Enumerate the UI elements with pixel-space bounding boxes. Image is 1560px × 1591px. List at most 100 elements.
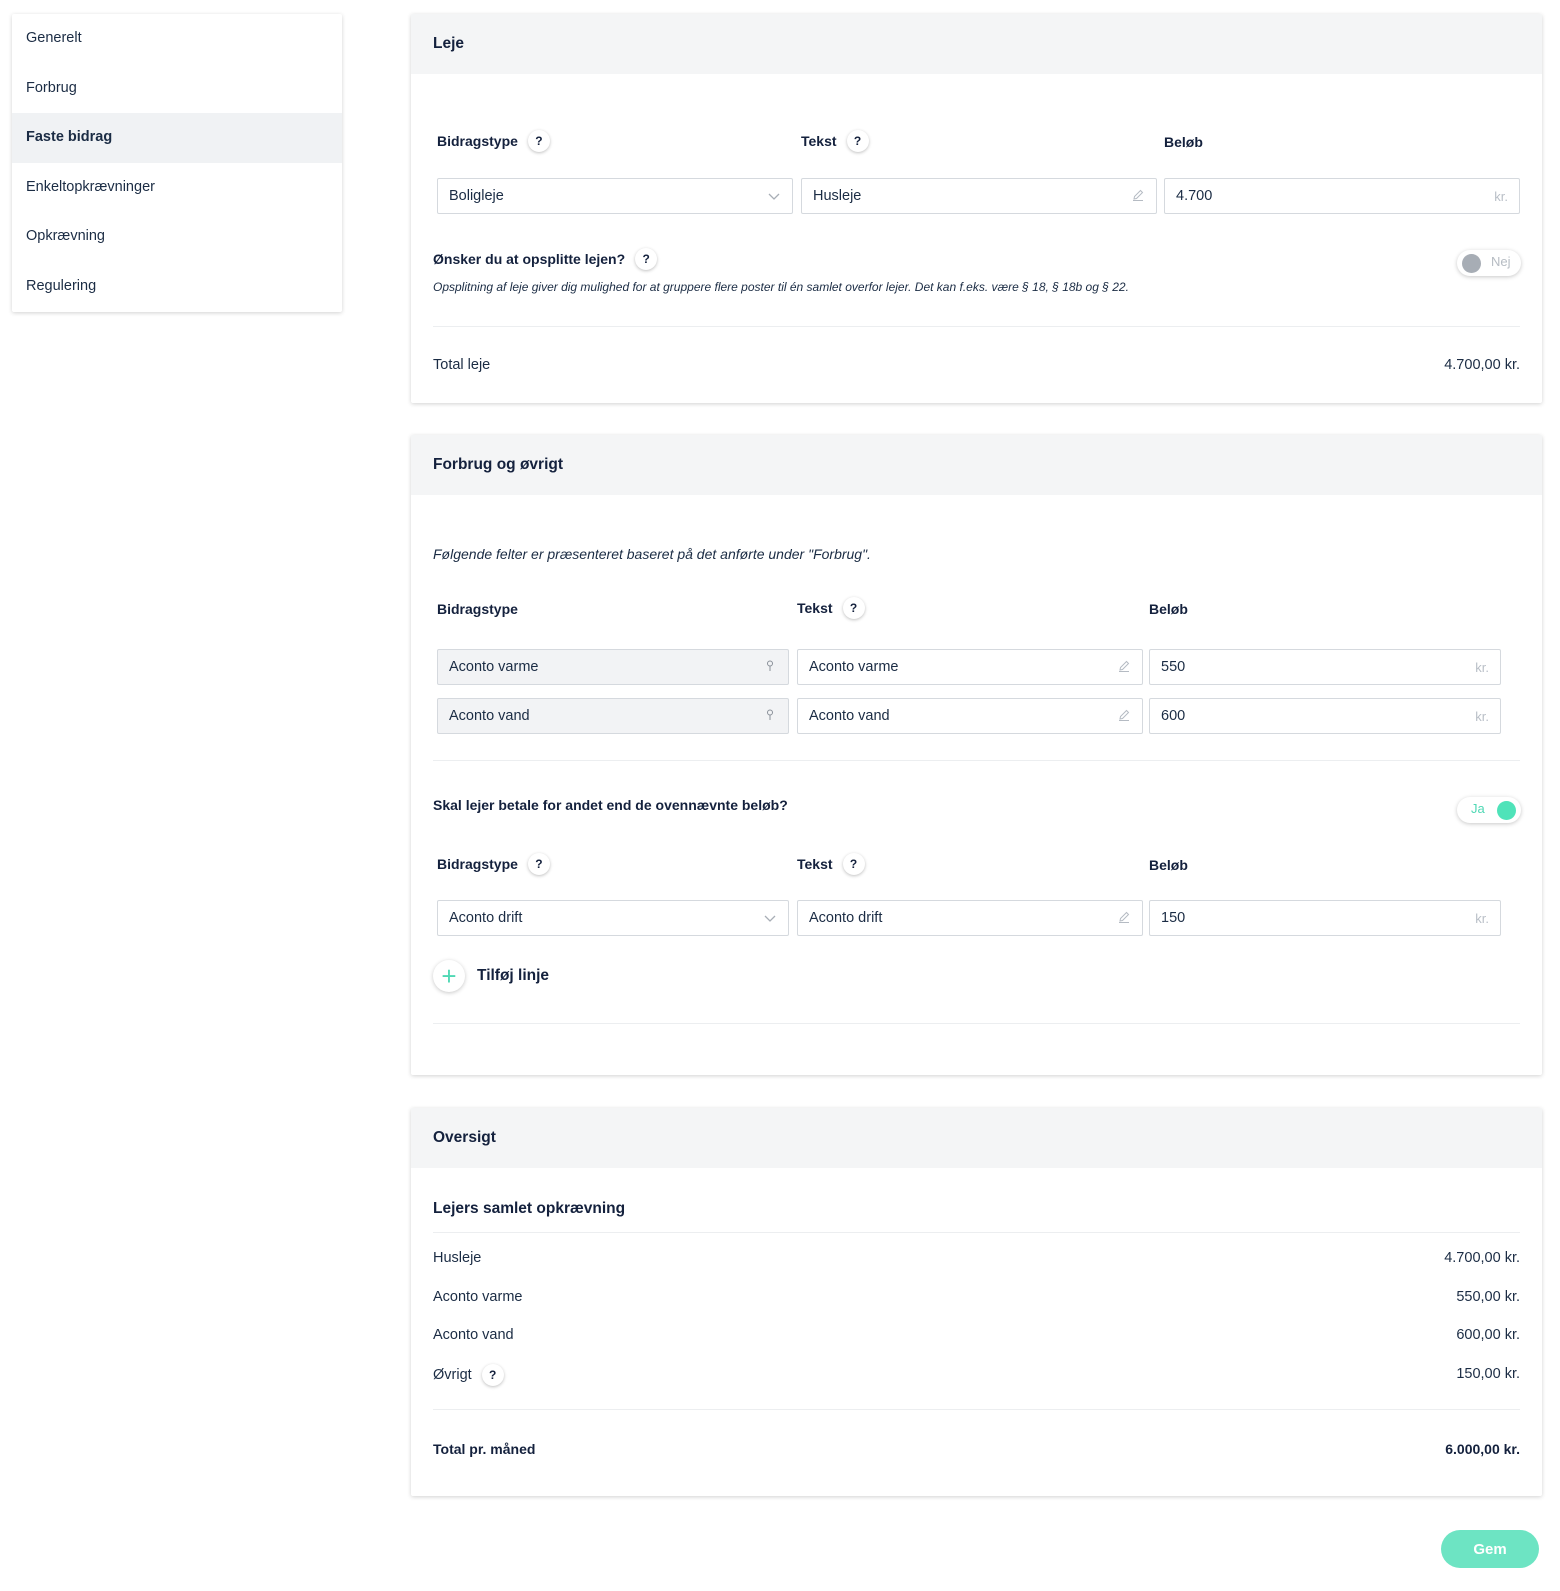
tekst-input[interactable]: Husleje: [801, 178, 1157, 214]
column-label-text: Bidragstype: [437, 856, 518, 872]
summary-label-aconto-vand: Aconto vand: [433, 1327, 514, 1343]
forbrug-card: Forbrug og øvrigt Følgende felter er præ…: [411, 435, 1542, 1075]
summary-label-ovrigt: Øvrigt: [433, 1367, 472, 1383]
summary-label-ovrigt-row: Øvrigt ?: [433, 1364, 504, 1386]
input-value: Husleje: [813, 188, 862, 204]
total-month-label: Total pr. måned: [433, 1441, 536, 1457]
forbrug-card-title: Forbrug og øvrigt: [411, 435, 1542, 495]
split-question-text: Ønsker du at opsplitte lejen?: [433, 251, 626, 267]
column-label-tekst: Tekst ?: [797, 853, 865, 875]
column-label-text: Tekst: [801, 133, 837, 149]
bidragstype-locked-field: Aconto varme: [437, 649, 789, 685]
column-label-belob: Beløb: [1164, 134, 1203, 150]
currency-suffix: kr.: [1494, 188, 1508, 204]
help-icon[interactable]: ?: [527, 853, 550, 875]
tekst-input[interactable]: Aconto drift: [797, 900, 1143, 936]
column-label-bidragstype: Bidragstype ?: [437, 130, 550, 152]
sidebar-nav: Generelt Forbrug Faste bidrag Enkeltopkr…: [12, 14, 342, 312]
sidebar-item-forbrug[interactable]: Forbrug: [12, 64, 342, 114]
tekst-input[interactable]: Aconto varme: [797, 649, 1143, 685]
toggle-knob: [1497, 801, 1516, 820]
column-label-text: Beløb: [1164, 134, 1203, 150]
help-icon[interactable]: ?: [527, 130, 550, 152]
help-icon[interactable]: ?: [635, 248, 658, 270]
column-label-belob: Beløb: [1149, 857, 1188, 873]
input-value: 4.700: [1176, 188, 1213, 204]
column-label-text: Bidragstype: [437, 133, 518, 149]
summary-label-husleje: Husleje: [433, 1250, 482, 1266]
sidebar-item-opkraevning[interactable]: Opkrævning: [12, 212, 342, 262]
sidebar-item-enkeltopkraevninger[interactable]: Enkeltopkrævninger: [12, 163, 342, 213]
total-month-value: 6.000,00 kr.: [1445, 1441, 1520, 1457]
oversigt-card: Oversigt Lejers samlet opkrævning Huslej…: [411, 1108, 1542, 1496]
field-value: Aconto varme: [449, 659, 539, 675]
input-value: 150: [1161, 910, 1186, 926]
input-value: 600: [1161, 708, 1186, 724]
divider: [433, 1409, 1520, 1410]
divider: [433, 1023, 1520, 1024]
summary-value-aconto-varme: 550,00 kr.: [1456, 1289, 1520, 1305]
summary-value-husleje: 4.700,00 kr.: [1444, 1250, 1520, 1266]
lock-icon: [763, 709, 777, 724]
currency-suffix: kr.: [1475, 910, 1489, 926]
total-leje-value: 4.700,00 kr.: [1444, 357, 1520, 373]
bidragstype-select[interactable]: Boligleje: [437, 178, 793, 214]
input-value: Aconto drift: [809, 910, 883, 926]
input-value: 550: [1161, 659, 1186, 675]
sidebar-item-generelt[interactable]: Generelt: [12, 14, 342, 64]
toggle-knob: [1462, 254, 1481, 273]
column-label-belob: Beløb: [1149, 601, 1188, 617]
divider: [433, 1232, 1520, 1233]
column-label-tekst: Tekst ?: [797, 597, 865, 619]
select-value: Boligleje: [449, 188, 504, 204]
column-label-text: Tekst: [797, 856, 833, 872]
column-label-tekst: Tekst ?: [801, 130, 869, 152]
column-label-bidragstype: Bidragstype: [437, 601, 518, 617]
plus-icon[interactable]: +: [433, 960, 465, 992]
column-label-text: Beløb: [1149, 857, 1188, 873]
pencil-icon: [1117, 660, 1131, 675]
pencil-icon: [1131, 189, 1145, 204]
divider: [433, 760, 1520, 761]
toggle-label: Ja: [1471, 801, 1485, 816]
split-description: Opsplitning af leje giver dig mulighed f…: [433, 280, 1129, 294]
lock-icon: [763, 660, 777, 675]
add-line-button[interactable]: Tilføj linje: [477, 967, 549, 985]
help-icon[interactable]: ?: [846, 130, 869, 152]
bidragstype-select[interactable]: Aconto drift: [437, 900, 789, 936]
belob-input[interactable]: 600 kr.: [1149, 698, 1501, 734]
bidragstype-locked-field: Aconto vand: [437, 698, 789, 734]
leje-card-title: Leje: [411, 14, 1542, 74]
chevron-down-icon: [767, 189, 781, 204]
split-toggle[interactable]: Nej: [1457, 250, 1521, 276]
oversigt-card-title: Oversigt: [411, 1108, 1542, 1168]
pencil-icon: [1117, 709, 1131, 724]
save-button[interactable]: Gem: [1441, 1530, 1539, 1568]
tekst-input[interactable]: Aconto vand: [797, 698, 1143, 734]
chevron-down-icon: [763, 911, 777, 926]
input-value: Aconto varme: [809, 659, 899, 675]
currency-suffix: kr.: [1475, 659, 1489, 675]
column-label-text: Beløb: [1149, 601, 1188, 617]
divider: [433, 326, 1520, 327]
split-question: Ønsker du at opsplitte lejen? ?: [433, 248, 658, 270]
column-label-text: Bidragstype: [437, 601, 518, 617]
column-label-bidragstype: Bidragstype ?: [437, 853, 550, 875]
belob-input[interactable]: 150 kr.: [1149, 900, 1501, 936]
summary-value-ovrigt: 150,00 kr.: [1456, 1366, 1520, 1382]
sidebar-item-faste-bidrag[interactable]: Faste bidrag: [12, 113, 342, 163]
belob-input[interactable]: 550 kr.: [1149, 649, 1501, 685]
other-toggle[interactable]: Ja: [1457, 797, 1521, 823]
other-question: Skal lejer betale for andet end de ovenn…: [433, 797, 788, 813]
sidebar-item-regulering[interactable]: Regulering: [12, 262, 342, 312]
belob-input[interactable]: 4.700 kr.: [1164, 178, 1520, 214]
select-value: Aconto drift: [449, 910, 523, 926]
input-value: Aconto vand: [809, 708, 890, 724]
currency-suffix: kr.: [1475, 708, 1489, 724]
help-icon[interactable]: ?: [842, 597, 865, 619]
forbrug-intro: Følgende felter er præsenteret baseret p…: [433, 546, 871, 562]
help-icon[interactable]: ?: [481, 1364, 504, 1386]
oversigt-subtitle: Lejers samlet opkrævning: [433, 1200, 626, 1217]
summary-label-aconto-varme: Aconto varme: [433, 1289, 523, 1305]
help-icon[interactable]: ?: [842, 853, 865, 875]
